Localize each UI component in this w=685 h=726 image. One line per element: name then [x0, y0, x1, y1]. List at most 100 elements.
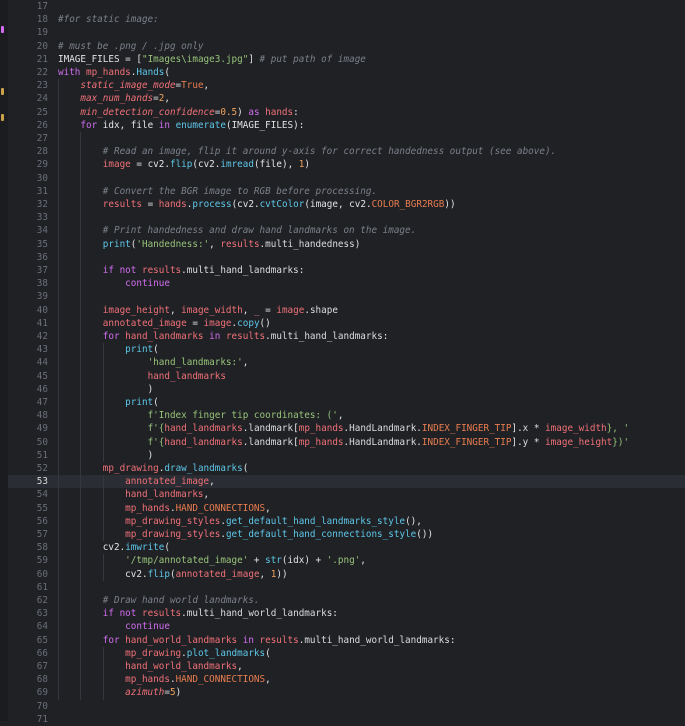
code-line[interactable]: 27 [8, 132, 685, 145]
code-line[interactable]: 31 # Convert the BGR image to RGB before… [8, 185, 685, 198]
left-activity-strip [0, 0, 8, 721]
code-token: cv2 [125, 568, 142, 580]
code-text: hand_world_landmarks, [58, 660, 243, 673]
code-token: HAND_CONNECTIONS [175, 674, 266, 686]
code-line[interactable]: 59 '/tmp/annotated_image' + str(idx) + '… [8, 554, 685, 567]
code-line[interactable]: 24 max_num_hands=2, [8, 92, 685, 105]
code-line[interactable]: 22 with mp_hands.Hands( [8, 66, 685, 79]
code-line[interactable]: 69 azimuth=5) [8, 686, 685, 699]
code-line[interactable]: 71 [8, 713, 685, 726]
code-line[interactable]: 36 [8, 251, 685, 264]
code-line[interactable]: 61 [8, 581, 685, 594]
code-line[interactable]: 70 [8, 700, 685, 713]
code-line[interactable]: 56 mp_drawing_styles.get_default_hand_la… [8, 515, 685, 528]
code-line[interactable]: 23 static_image_mode=True, [8, 79, 685, 92]
code-token: () [259, 317, 271, 329]
code-token: , [265, 674, 271, 686]
code-line[interactable]: 33 [8, 211, 685, 224]
code-line[interactable]: 34 # Print handedness and draw hand land… [8, 224, 685, 237]
code-token: in [209, 331, 226, 342]
line-number: 33 [36, 212, 48, 224]
code-line[interactable]: 62 # Draw hand world landmarks. [8, 594, 685, 607]
code-editor[interactable]: 17 18 #for static image: 19 20 # must be .png… [8, 0, 685, 725]
code-token: ), [281, 159, 299, 171]
code-text: f'Index finger tip coordinates: (', [58, 409, 344, 422]
code-token: static_image_mode [80, 80, 176, 92]
code-token: ) [237, 106, 249, 118]
code-line[interactable]: 51 ) [8, 449, 685, 462]
code-line[interactable]: 68 mp_hands.HAND_CONNECTIONS, [8, 673, 685, 686]
code-token: _ [253, 304, 266, 316]
indent-guide [102, 646, 104, 700]
code-token: : [449, 634, 456, 646]
code-line[interactable]: 43 print( [8, 343, 685, 356]
code-line[interactable]: 58 cv2.imwrite( [8, 541, 685, 554]
code-token: max_num_hands [80, 93, 154, 105]
code-line[interactable]: 66 mp_drawing.plot_landmarks( [8, 647, 685, 660]
code-line[interactable]: 48 f'Index finger tip coordinates: (', [8, 409, 685, 422]
code-line[interactable]: 19 [8, 26, 685, 39]
code-token: , [237, 661, 243, 672]
code-line[interactable]: 45 hand_landmarks [8, 370, 685, 383]
code-line[interactable]: 42 for hand_landmarks in results.multi_h… [8, 330, 685, 343]
code-line[interactable]: 18 #for static image: [8, 13, 685, 26]
code-line[interactable]: 28 # Read an image, flip it around y-axi… [8, 145, 685, 158]
code-line[interactable]: 40 image_height, image_width, _ = image.… [8, 304, 685, 317]
code-token: results [259, 634, 299, 646]
code-token: image_width [181, 304, 243, 316]
line-number: 18 [36, 14, 48, 26]
code-line[interactable]: 67 hand_world_landmarks, [8, 660, 685, 673]
code-line[interactable]: 44 'hand_landmarks:', [8, 356, 685, 369]
code-line[interactable]: 41 annotated_image = image.copy() [8, 317, 685, 330]
code-token: results [102, 199, 148, 210]
line-number: 55 [36, 502, 48, 514]
code-line[interactable]: 20 # must be .png / .jpg only [8, 40, 685, 53]
code-token: * [533, 423, 546, 435]
code-token: ( [153, 397, 159, 408]
code-text: 'hand_landmarks:', [58, 356, 249, 369]
code-line[interactable]: 49 f'{hand_landmarks.landmark[mp_hands.H… [8, 422, 685, 435]
code-line[interactable]: 65 for hand_world_landmarks in results.m… [8, 634, 685, 647]
code-line[interactable]: 54 hand_landmarks, [8, 488, 685, 501]
code-line[interactable]: 46 ) [8, 383, 685, 396]
code-line[interactable]: 25 min_detection_confidence=0.5) as hand… [8, 106, 685, 119]
line-number: 25 [36, 106, 48, 118]
code-token: idx [102, 119, 120, 131]
code-line[interactable]: 37 if not results.multi_hand_landmarks: [8, 264, 685, 277]
code-text: results = hands.process(cv2.cvtColor(ima… [58, 198, 456, 211]
code-line[interactable]: 32 results = hands.process(cv2.cvtColor(… [8, 198, 685, 211]
code-line[interactable]: 64 continue [8, 620, 685, 633]
code-line[interactable]: 60 cv2.flip(annotated_image, 1)) [8, 568, 685, 581]
code-token: '/tmp/annotated_image' [125, 555, 249, 567]
code-line[interactable]: 39 [8, 290, 685, 303]
code-token: # Print handedness and draw hand landmar… [102, 225, 417, 237]
line-number: 70 [36, 700, 48, 712]
line-number: 24 [36, 93, 48, 105]
code-line[interactable]: 52 mp_drawing.draw_landmarks( [8, 462, 685, 475]
code-token: , [337, 410, 344, 422]
code-text: if not results.multi_hand_landmarks: [58, 264, 305, 277]
code-token: hand_world_landmarks [125, 634, 243, 646]
code-line[interactable]: 47 print( [8, 396, 685, 409]
code-token: flip [169, 159, 193, 171]
code-token: COLOR_BGR2RGB [371, 199, 445, 210]
code-line[interactable]: 57 mp_drawing_styles.get_default_hand_co… [8, 528, 685, 541]
code-line[interactable]: 21 IMAGE_FILES = ["Images\image3.jpg"] # … [8, 53, 685, 66]
code-line[interactable]: 53 annotated_image, [8, 475, 685, 489]
code-line[interactable]: 17 [8, 0, 685, 13]
code-line[interactable]: 30 [8, 172, 685, 185]
code-line[interactable]: 29 image = cv2.flip(cv2.imread(file), 1) [8, 158, 685, 171]
code-token: , [242, 304, 254, 316]
code-text: continue [58, 620, 170, 633]
code-line[interactable]: 35 print('Handedness:', results.multi_ha… [8, 238, 685, 251]
code-line[interactable]: 26 for idx, file in enumerate(IMAGE_FILE… [8, 119, 685, 132]
code-line[interactable]: 50 f'{hand_landmarks.landmark[mp_hands.H… [8, 436, 685, 449]
code-token: print [125, 397, 154, 408]
code-line[interactable]: 63 if not results.multi_hand_world_landm… [8, 607, 685, 620]
code-line[interactable]: 38 continue [8, 277, 685, 290]
code-line[interactable]: 55 mp_hands.HAND_CONNECTIONS, [8, 502, 685, 515]
